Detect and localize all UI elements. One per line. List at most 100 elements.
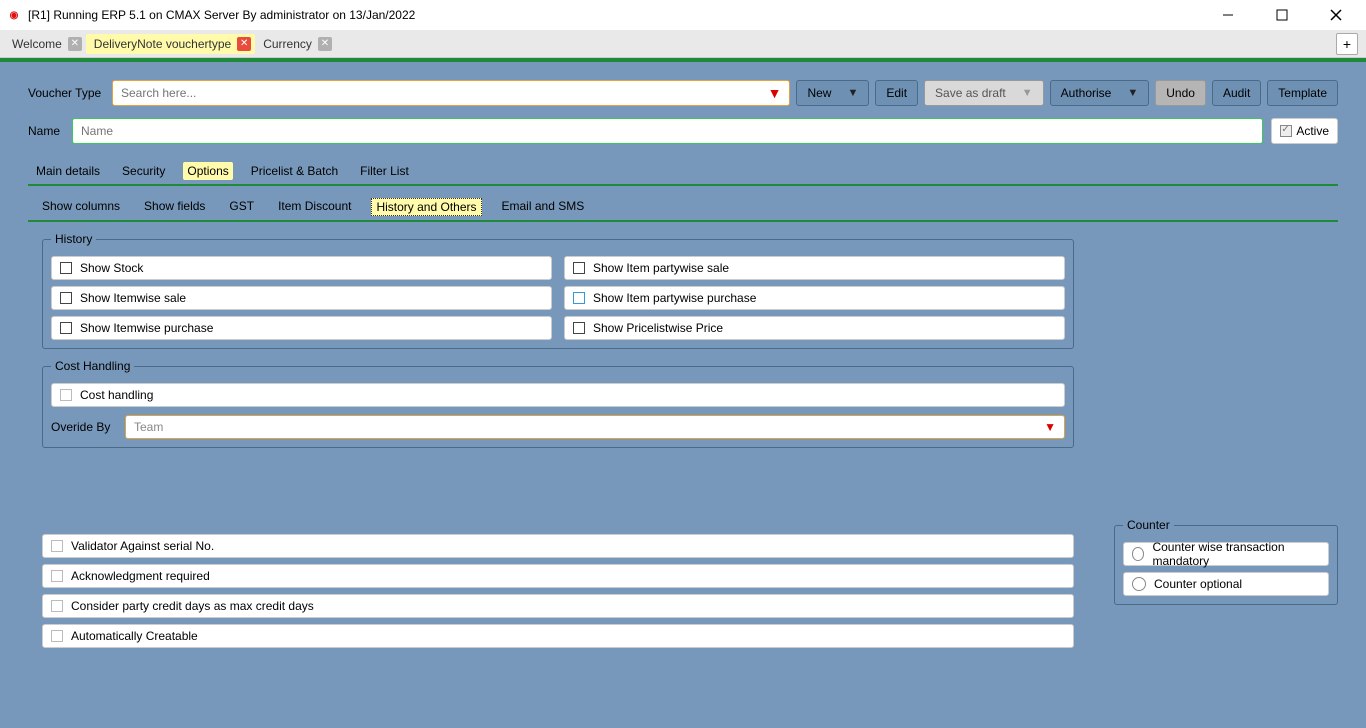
override-value: Team — [134, 420, 163, 434]
caret-down-icon: ▼ — [847, 87, 858, 99]
chk-item-partywise-purchase[interactable]: Show Item partywise purchase — [564, 286, 1065, 310]
document-tabstrip: Welcome ✕ DeliveryNote vouchertype ✕ Curre… — [0, 30, 1366, 58]
button-label: Undo — [1166, 86, 1195, 100]
name-input[interactable] — [81, 124, 1254, 138]
caret-down-icon: ▼ — [1127, 87, 1138, 99]
name-field-wrap[interactable] — [72, 118, 1263, 144]
caret-down-icon: ▼ — [768, 85, 782, 101]
lower-options: Validator Against serial No. Acknowledgm… — [42, 534, 1074, 648]
maximize-button[interactable] — [1262, 1, 1302, 29]
tab-email-sms[interactable]: Email and SMS — [498, 198, 589, 216]
chk-label: Show Item partywise sale — [593, 261, 729, 275]
undo-button[interactable]: Undo — [1155, 80, 1206, 106]
active-label: Active — [1296, 124, 1329, 138]
window-controls — [1208, 1, 1356, 29]
tab-pricelist-batch[interactable]: Pricelist & Batch — [247, 162, 342, 180]
counter-wrap: Counter Counter wise transaction mandato… — [1114, 518, 1338, 605]
chk-label: Show Itemwise sale — [80, 291, 186, 305]
name-row: Name Active — [28, 118, 1338, 144]
check-icon — [1280, 125, 1292, 137]
tab-item-discount[interactable]: Item Discount — [274, 198, 355, 216]
tab-welcome[interactable]: Welcome ✕ — [4, 34, 86, 54]
radio-icon — [1132, 577, 1146, 591]
caret-down-icon: ▼ — [1044, 420, 1056, 434]
chk-label: Acknowledgment required — [71, 569, 210, 583]
checkbox-icon — [573, 292, 585, 304]
checkbox-icon — [60, 262, 72, 274]
name-label: Name — [28, 124, 72, 138]
cost-handling-fieldset: Cost Handling Cost handling Overide By T… — [42, 359, 1074, 448]
chk-label: Consider party credit days as max credit… — [71, 599, 314, 613]
checkbox-icon — [573, 262, 585, 274]
active-checkbox[interactable]: Active — [1271, 118, 1338, 144]
button-label: Edit — [886, 86, 907, 100]
radio-icon — [1132, 547, 1144, 561]
tab-history-others[interactable]: History and Others — [371, 198, 481, 216]
override-by-select[interactable]: Team ▼ — [125, 415, 1065, 439]
button-label: Template — [1278, 86, 1327, 100]
new-button[interactable]: New▼ — [796, 80, 869, 106]
add-tab-button[interactable]: + — [1336, 33, 1358, 55]
tab-label: Welcome — [12, 37, 62, 51]
tab-currency[interactable]: Currency ✕ — [255, 34, 336, 54]
checkbox-icon — [51, 630, 63, 642]
counter-fieldset: Counter Counter wise transaction mandato… — [1114, 518, 1338, 605]
checkbox-icon — [60, 322, 72, 334]
button-label: Audit — [1223, 86, 1250, 100]
close-icon[interactable]: ✕ — [68, 37, 82, 51]
radio-counter-mandatory[interactable]: Counter wise transaction mandatory — [1123, 542, 1329, 566]
chk-validator-serial[interactable]: Validator Against serial No. — [42, 534, 1074, 558]
checkbox-icon — [60, 389, 72, 401]
save-as-draft-button[interactable]: Save as draft ▼ — [924, 80, 1044, 106]
chk-party-credit-days[interactable]: Consider party credit days as max credit… — [42, 594, 1074, 618]
chk-cost-handling[interactable]: Cost handling — [51, 383, 1065, 407]
tab-options[interactable]: Options — [183, 162, 232, 180]
close-button[interactable] — [1316, 1, 1356, 29]
template-button[interactable]: Template — [1267, 80, 1338, 106]
caret-down-icon: ▼ — [1022, 87, 1033, 99]
chk-itemwise-purchase[interactable]: Show Itemwise purchase — [51, 316, 552, 340]
chk-item-partywise-sale[interactable]: Show Item partywise sale — [564, 256, 1065, 280]
tab-show-columns[interactable]: Show columns — [38, 198, 124, 216]
close-icon[interactable]: ✕ — [318, 37, 332, 51]
chk-itemwise-sale[interactable]: Show Itemwise sale — [51, 286, 552, 310]
search-input[interactable] — [121, 86, 768, 100]
window-titlebar: ◉ [R1] Running ERP 5.1 on CMAX Server By… — [0, 0, 1366, 30]
main-tabs: Main details Security Options Pricelist … — [28, 156, 1338, 184]
chk-auto-creatable[interactable]: Automatically Creatable — [42, 624, 1074, 648]
option-tabs: Show columns Show fields GST Item Discou… — [28, 196, 1338, 220]
chk-show-stock[interactable]: Show Stock — [51, 256, 552, 280]
chk-label: Show Pricelistwise Price — [593, 321, 723, 335]
chk-label: Automatically Creatable — [71, 629, 198, 643]
voucher-type-row: Voucher Type ▼ New▼ Edit Save as draft▼ … — [28, 80, 1338, 106]
radio-counter-optional[interactable]: Counter optional — [1123, 572, 1329, 596]
edit-button[interactable]: Edit — [875, 80, 918, 106]
checkbox-icon — [573, 322, 585, 334]
tab-deliverynote[interactable]: DeliveryNote vouchertype ✕ — [86, 34, 255, 54]
radio-label: Counter wise transaction mandatory — [1152, 540, 1320, 568]
tab-filter-list[interactable]: Filter List — [356, 162, 413, 180]
tab-show-fields[interactable]: Show fields — [140, 198, 209, 216]
checkbox-icon — [51, 570, 63, 582]
minimize-button[interactable] — [1208, 1, 1248, 29]
button-label: Authorise — [1061, 86, 1112, 100]
override-label: Overide By — [51, 420, 115, 434]
chk-ack-required[interactable]: Acknowledgment required — [42, 564, 1074, 588]
voucher-type-search[interactable]: ▼ — [112, 80, 790, 106]
tab-security[interactable]: Security — [118, 162, 169, 180]
chk-label: Cost handling — [80, 388, 153, 402]
chk-label: Show Item partywise purchase — [593, 291, 756, 305]
button-label: Save as draft — [935, 86, 1006, 100]
authorise-button[interactable]: Authorise ▼ — [1050, 80, 1150, 106]
tab-gst[interactable]: GST — [225, 198, 258, 216]
checkbox-icon — [51, 600, 63, 612]
tab-label: Currency — [263, 37, 312, 51]
tab-main-details[interactable]: Main details — [32, 162, 104, 180]
chk-pricelistwise-price[interactable]: Show Pricelistwise Price — [564, 316, 1065, 340]
audit-button[interactable]: Audit — [1212, 80, 1261, 106]
history-legend: History — [51, 232, 96, 246]
app-icon: ◉ — [6, 7, 22, 23]
tab-label: DeliveryNote vouchertype — [94, 37, 231, 51]
close-icon[interactable]: ✕ — [237, 37, 251, 51]
radio-label: Counter optional — [1154, 577, 1242, 591]
